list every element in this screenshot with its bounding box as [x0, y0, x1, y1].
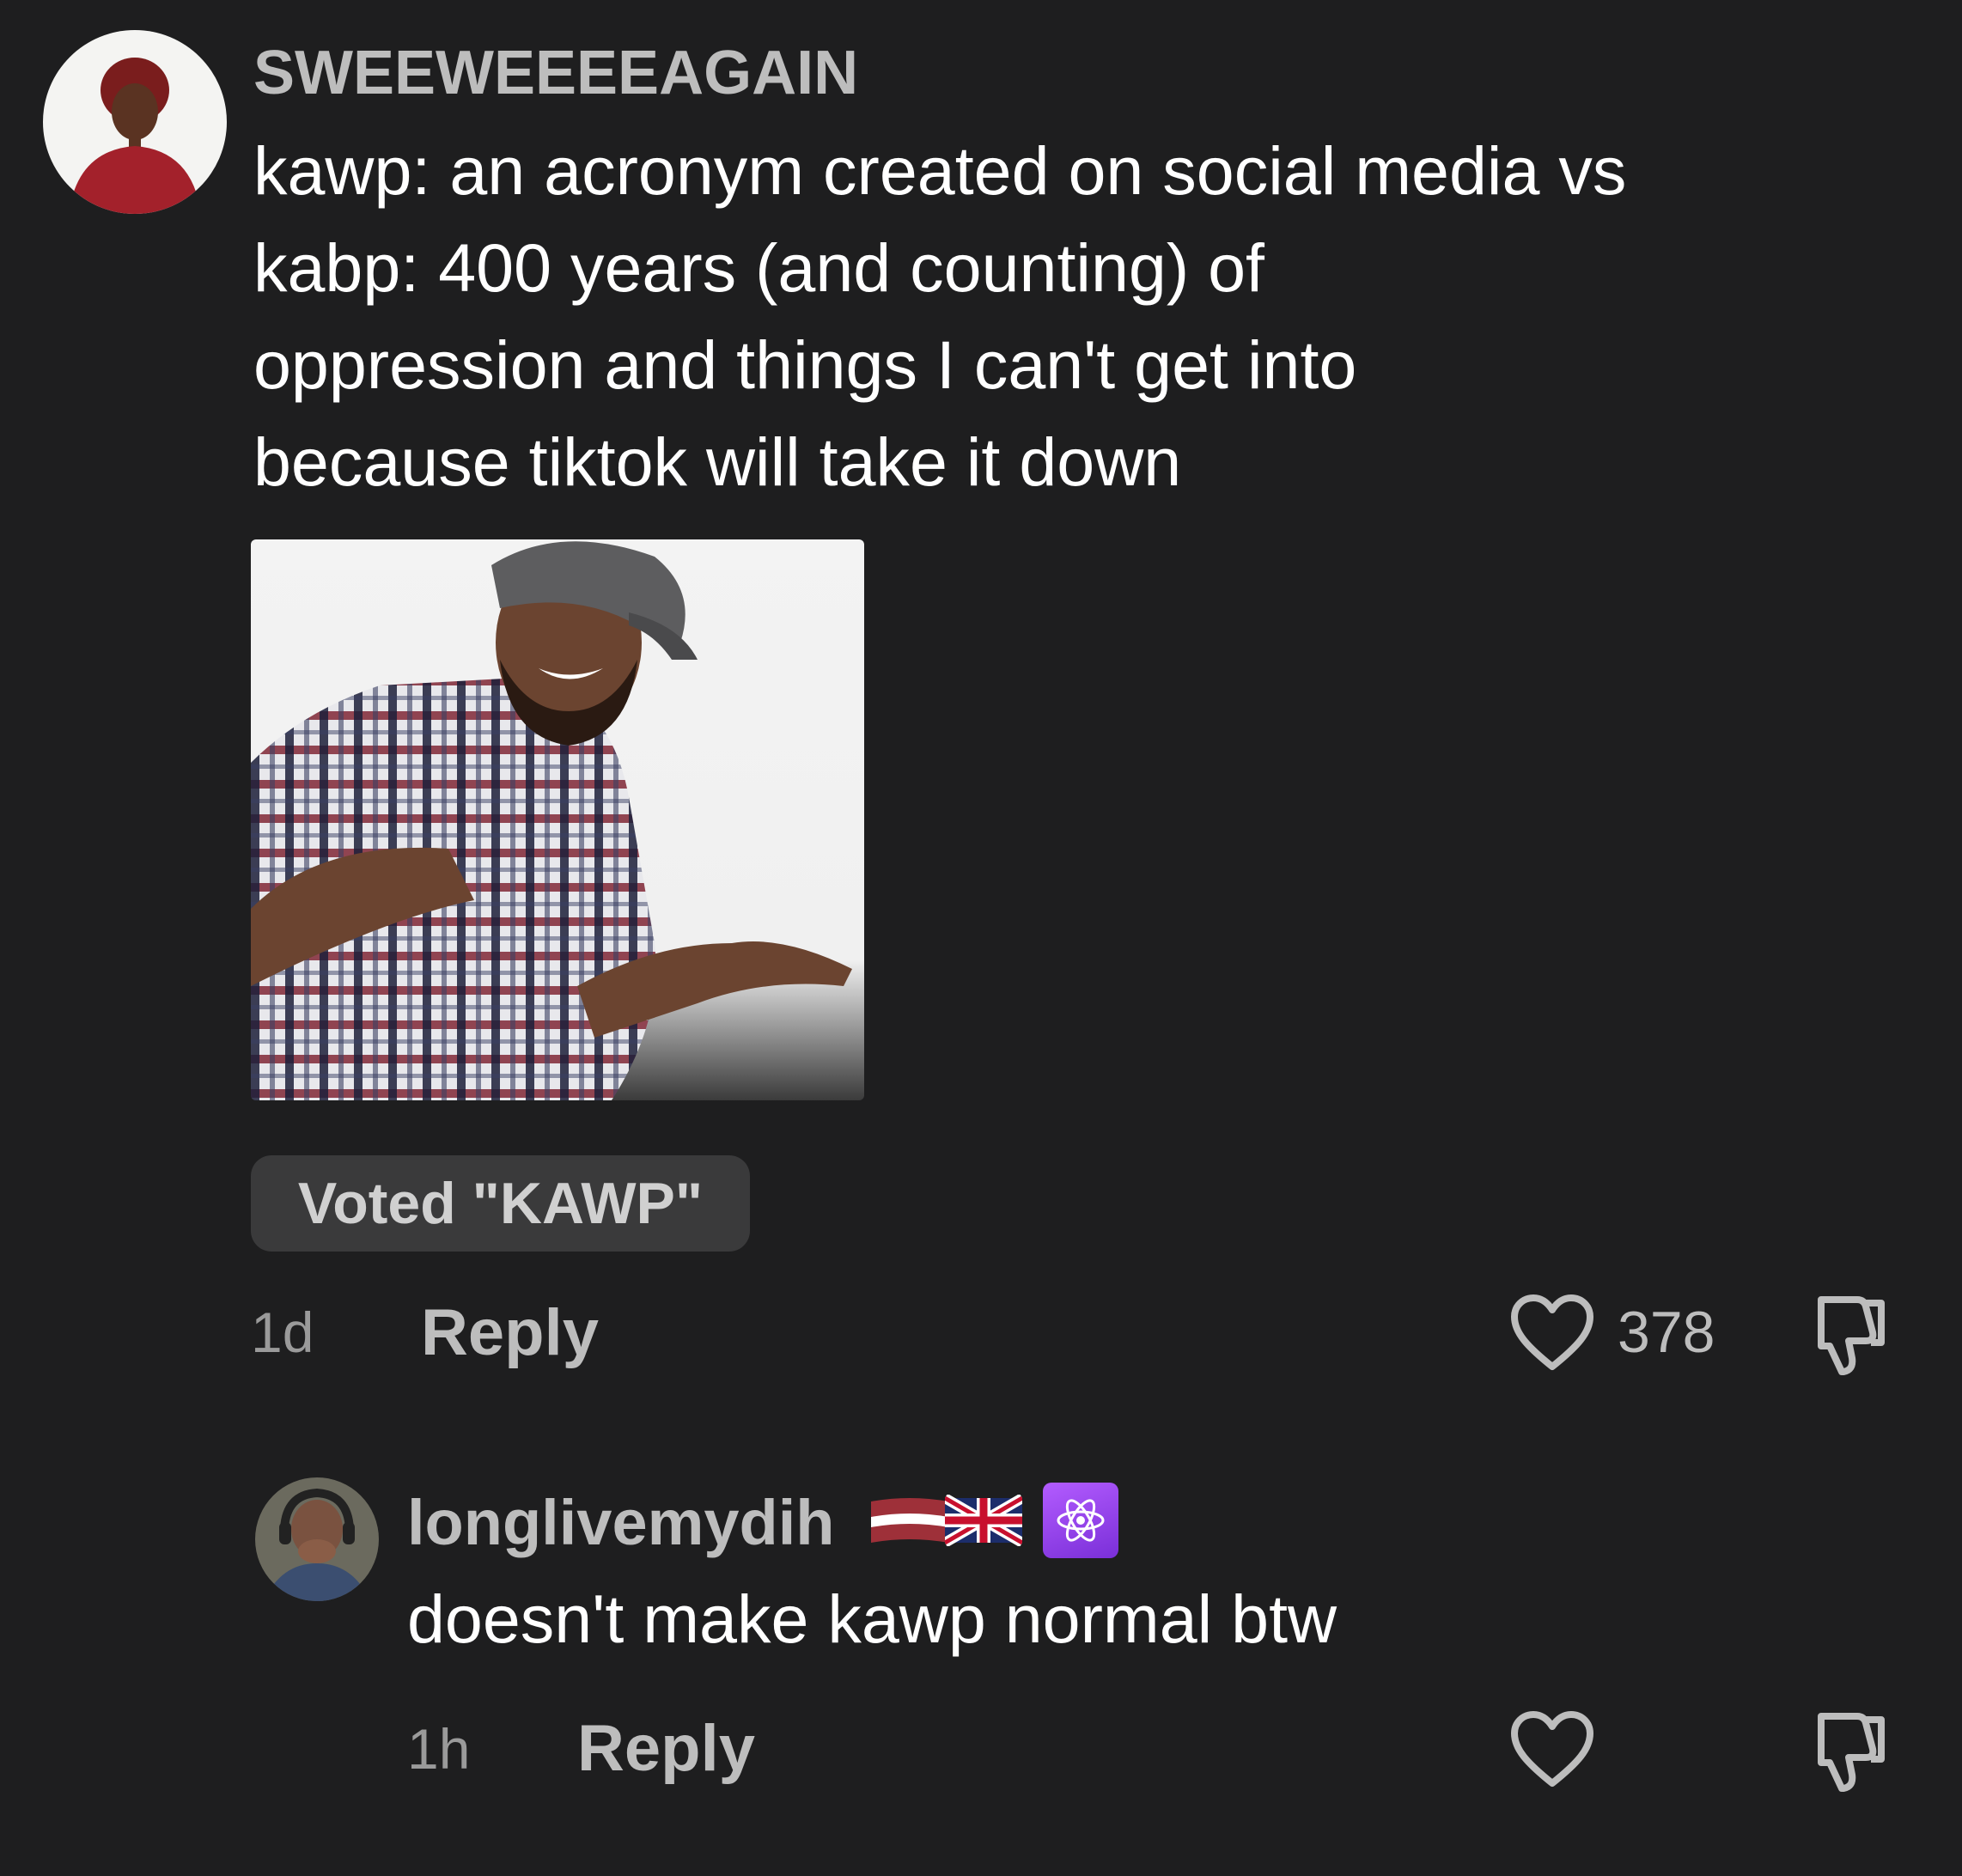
comment-text: kawp: an acronym created on social media…	[253, 122, 1626, 510]
reply-button[interactable]: Reply	[577, 1711, 755, 1786]
avatar[interactable]	[43, 30, 227, 214]
reply-time: 1h	[407, 1717, 471, 1781]
comment-username[interactable]: SWEEWEEEEAGAIN	[253, 38, 858, 108]
like-button[interactable]: 378	[1509, 1293, 1715, 1372]
reply-text: doesn't make kawp normal btw	[407, 1581, 1337, 1657]
comment-text-line: because tiktok will take it down	[253, 423, 1182, 500]
like-count: 378	[1618, 1300, 1715, 1365]
dislike-button[interactable]	[1804, 1293, 1890, 1383]
comment-time: 1d	[251, 1300, 314, 1364]
latvia-flag-icon	[871, 1498, 948, 1543]
comment-text-line: kawp: an acronym created on social media…	[253, 132, 1627, 209]
heart-icon	[1511, 1294, 1593, 1370]
like-button[interactable]	[1509, 1709, 1595, 1788]
atom-icon	[1043, 1483, 1118, 1558]
comment-image[interactable]	[251, 539, 864, 1100]
heart-icon	[1511, 1711, 1593, 1787]
avatar[interactable]	[255, 1477, 379, 1601]
vote-badge: Voted "KAWP"	[251, 1155, 750, 1252]
dislike-button[interactable]	[1804, 1709, 1890, 1800]
reply-username[interactable]: longlivemydih	[407, 1486, 835, 1559]
thumbs-down-icon	[1818, 1296, 1885, 1375]
comment-text-line: oppression and things I can't get into	[253, 326, 1357, 403]
reply-button[interactable]: Reply	[421, 1295, 599, 1370]
uk-flag-icon	[945, 1495, 1022, 1546]
thumbs-down-icon	[1818, 1713, 1885, 1792]
comment-text-line: kabp: 400 years (and counting) of	[253, 229, 1264, 306]
